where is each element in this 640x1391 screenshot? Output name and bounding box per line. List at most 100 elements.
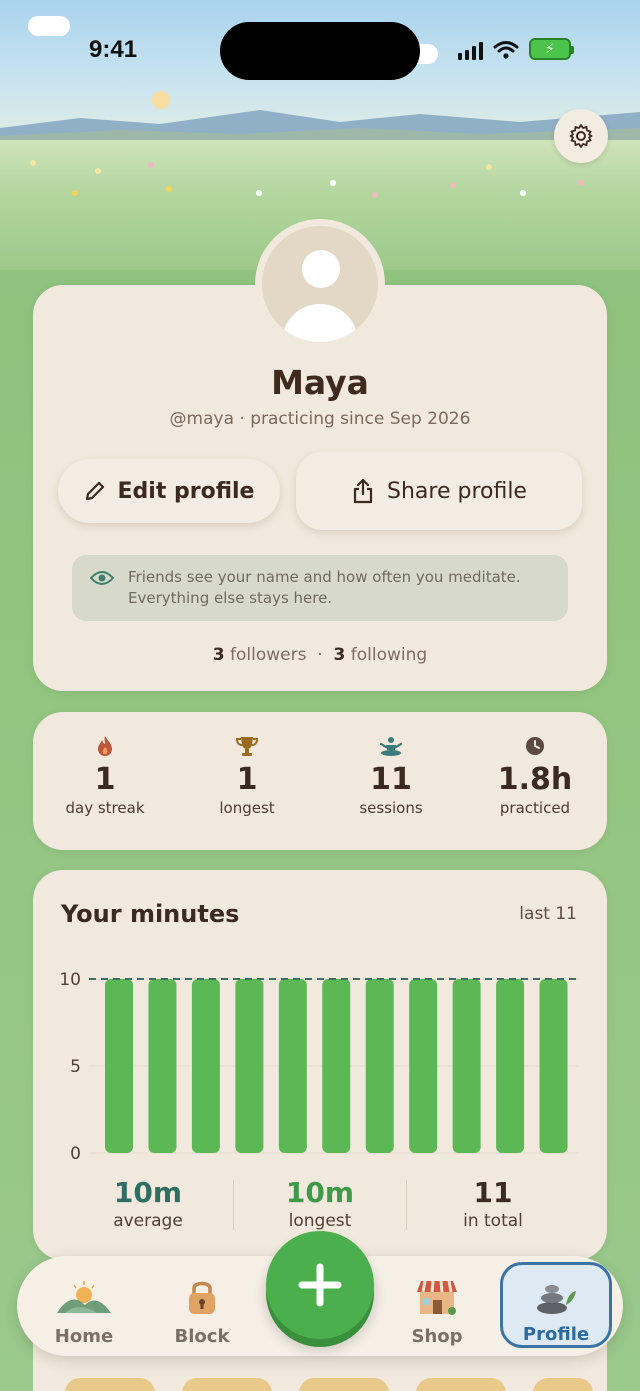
- shop-icon: [417, 1280, 457, 1315]
- chip: [182, 1378, 272, 1391]
- share-icon: [353, 478, 373, 504]
- stat-sessions: 11 sessions: [319, 712, 463, 817]
- flower: [72, 190, 78, 196]
- summary-average: 10m average: [61, 1176, 235, 1231]
- avatar[interactable]: [255, 219, 385, 349]
- follow-separator: ·: [317, 645, 323, 665]
- dynamic-island: [220, 22, 420, 80]
- bar-4: [235, 979, 264, 1153]
- home-landscape-icon: [57, 1281, 111, 1313]
- summary-value: 10m: [285, 1176, 355, 1209]
- stats-card: 1 day streak 1 longest 11 sessions 1.8h …: [33, 712, 607, 850]
- tab-label: Home: [54, 1326, 114, 1347]
- summary-value: 10m: [113, 1176, 183, 1209]
- stat-practiced: 1.8h practiced: [463, 712, 607, 817]
- privacy-notice: Friends see your name and how often you …: [72, 555, 568, 621]
- stat-value: 1: [236, 762, 258, 797]
- summary-value: 11: [473, 1176, 513, 1209]
- bar-5: [278, 979, 307, 1153]
- edit-profile-label: Edit profile: [117, 478, 255, 504]
- flower: [486, 164, 492, 170]
- following-link[interactable]: 3 following: [334, 645, 428, 665]
- minutes-card: Your minutes last 11 0 5 10 10m average 10…: [33, 870, 607, 1260]
- status-icons: ⚡: [458, 38, 574, 60]
- summary-label: average: [113, 1211, 183, 1231]
- cellular-signal-icon: [458, 40, 483, 60]
- bar-9: [452, 979, 481, 1153]
- summary-label: in total: [463, 1211, 523, 1231]
- summary-label: longest: [288, 1211, 352, 1231]
- flower: [578, 180, 584, 186]
- flower: [330, 180, 336, 186]
- status-time: 9:41: [89, 36, 138, 63]
- tab-shop[interactable]: Shop: [381, 1256, 493, 1356]
- chip: [416, 1378, 506, 1391]
- profile-handle: @maya · practicing since Sep 2026: [169, 409, 471, 429]
- share-profile-label: Share profile: [387, 478, 527, 504]
- flower: [372, 192, 378, 198]
- meditator-icon: [379, 737, 403, 756]
- bar-11: [539, 979, 568, 1153]
- settings-button[interactable]: [554, 109, 608, 163]
- stat-day-streak: 1 day streak: [33, 712, 177, 817]
- stat-value: 1.8h: [497, 762, 573, 797]
- tab-home[interactable]: Home: [28, 1256, 140, 1356]
- bar-2: [148, 979, 177, 1153]
- chip: [533, 1378, 593, 1391]
- tab-label: Block: [174, 1326, 230, 1347]
- add-session-button[interactable]: [266, 1231, 374, 1339]
- eye-icon: [90, 571, 114, 585]
- privacy-text: Friends see your name and how often you …: [128, 567, 521, 609]
- stat-label: sessions: [359, 799, 423, 817]
- stones-icon: [537, 1284, 576, 1314]
- cloud: [28, 16, 70, 36]
- tab-profile[interactable]: Profile: [500, 1262, 612, 1348]
- flower: [256, 190, 262, 196]
- flower: [450, 182, 456, 188]
- trophy-icon: [236, 737, 258, 756]
- edit-profile-button[interactable]: Edit profile: [58, 459, 280, 523]
- followers-label: followers: [230, 645, 307, 665]
- wifi-icon: [493, 41, 519, 59]
- flower: [95, 168, 101, 174]
- flower: [148, 162, 154, 168]
- following-label: following: [350, 645, 428, 665]
- flower: [166, 186, 172, 192]
- clock-icon: [526, 737, 544, 755]
- bar-10: [496, 979, 525, 1153]
- following-count: 3: [333, 645, 346, 665]
- stat-value: 1: [94, 762, 116, 797]
- tab-label: Shop: [411, 1326, 463, 1347]
- stat-longest: 1 longest: [175, 712, 319, 817]
- stat-label: longest: [219, 799, 275, 817]
- bar-7: [365, 979, 394, 1153]
- y-tick-label: 0: [70, 1144, 81, 1164]
- share-profile-button[interactable]: Share profile: [296, 452, 582, 530]
- summary-longest: 10m longest: [233, 1176, 407, 1231]
- bar-6: [322, 979, 351, 1153]
- y-tick-label: 5: [70, 1057, 81, 1077]
- padlock-icon: [189, 1281, 215, 1314]
- privacy-line-1: Friends see your name and how often you …: [128, 568, 521, 586]
- flame-icon: [98, 736, 112, 756]
- followers-link[interactable]: 3 followers: [213, 645, 307, 665]
- tab-block[interactable]: Block: [146, 1256, 258, 1356]
- summary-total: 11 in total: [406, 1176, 580, 1231]
- y-tick-label: 10: [59, 970, 81, 990]
- stat-label: practiced: [499, 799, 571, 817]
- plus-icon: [298, 1263, 342, 1307]
- stat-value: 11: [370, 762, 412, 797]
- flower: [520, 190, 526, 196]
- bar-3: [191, 979, 220, 1153]
- pencil-icon: [85, 481, 104, 501]
- tab-label: Profile: [522, 1324, 590, 1345]
- stat-label: day streak: [65, 799, 145, 817]
- avatar-placeholder-icon: [262, 226, 378, 342]
- chip: [65, 1378, 155, 1391]
- follow-counts: 3 followers · 3 following: [33, 645, 607, 665]
- gear-icon: [569, 124, 593, 148]
- chip: [299, 1378, 389, 1391]
- bar-8: [409, 979, 438, 1153]
- bar-1: [105, 979, 133, 1153]
- battery-icon: ⚡: [529, 38, 574, 60]
